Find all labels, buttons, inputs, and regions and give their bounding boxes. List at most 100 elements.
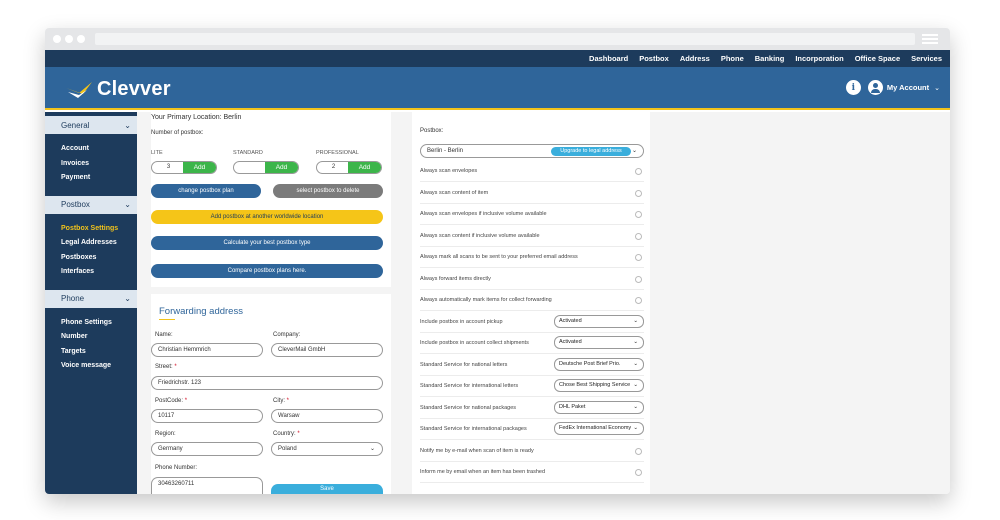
lite-quantity-stepper[interactable]: 3 Add xyxy=(151,161,217,174)
setting-checkbox[interactable] xyxy=(635,211,642,218)
window-dot xyxy=(65,35,73,43)
setting-select[interactable]: Deutsche Post Brief Prio. ⌄ xyxy=(554,357,644,371)
standard-quantity-stepper[interactable]: Add xyxy=(233,161,299,174)
required-mark: * xyxy=(174,364,177,370)
setting-checkbox[interactable] xyxy=(635,447,642,455)
setting-checkbox[interactable] xyxy=(635,297,642,304)
topnav-address[interactable]: Address xyxy=(680,54,710,63)
sidebar-item-interfaces[interactable]: Interfaces xyxy=(61,265,137,280)
sidebar-group-phone[interactable]: Phone ⌄ xyxy=(45,289,137,308)
chevron-down-icon: ⌄ xyxy=(633,403,638,410)
sidebar-item-legal-addresses[interactable]: Legal Addresses xyxy=(61,236,137,251)
sidebar-item-postboxes[interactable]: Postboxes xyxy=(61,251,137,266)
user-avatar-icon[interactable] xyxy=(867,80,883,95)
required-mark: * xyxy=(184,398,188,404)
upgrade-legal-address-button[interactable]: Upgrade to legal address xyxy=(551,146,631,156)
standard-add-button[interactable]: Add xyxy=(265,162,298,173)
sidebar-item-voice-message[interactable]: Voice message xyxy=(61,359,137,374)
setting-select-value: FedEx International Economy xyxy=(559,425,632,431)
setting-select[interactable]: FedEx International Economy ⌄ xyxy=(554,422,644,435)
save-button[interactable]: Save xyxy=(271,484,383,494)
sidebar-item-targets[interactable]: Targets xyxy=(61,345,137,360)
swallow-logo-icon xyxy=(66,81,92,98)
setting-row: Standard Service for international packa… xyxy=(420,419,644,440)
setting-checkbox[interactable] xyxy=(635,189,642,197)
setting-label: Always scan content of item xyxy=(420,189,489,196)
chevron-down-icon: ⌄ xyxy=(633,382,638,388)
sidebar-item-number[interactable]: Number xyxy=(61,330,137,345)
topnav-incorporation[interactable]: Incorporation xyxy=(795,54,843,63)
postbox-select[interactable]: Berlin - Berlin Upgrade to legal address… xyxy=(420,144,644,158)
setting-label: Always scan envelopes if inclusive volum… xyxy=(420,211,547,217)
brand-name: Clevver xyxy=(97,78,171,100)
my-account-link[interactable]: My Account xyxy=(887,83,929,92)
setting-select[interactable]: Chose Best Shipping Service ⌄ xyxy=(554,379,644,392)
number-of-postbox-label: Number of postbox: xyxy=(151,130,204,136)
country-label: Country: * xyxy=(273,431,300,437)
setting-checkbox[interactable] xyxy=(635,232,642,240)
setting-label: Standard Service for international packa… xyxy=(420,426,527,432)
professional-quantity-stepper[interactable]: 2 Add xyxy=(316,161,382,174)
info-icon[interactable]: i xyxy=(845,80,861,95)
setting-checkbox[interactable] xyxy=(635,275,642,283)
app-header: Clevver i My Account ⌄ xyxy=(45,67,950,110)
chevron-down-icon: ⌄ xyxy=(631,148,637,154)
topnav-postbox[interactable]: Postbox xyxy=(639,54,669,63)
sidebar-item-payment[interactable]: Payment xyxy=(61,171,137,186)
sidebar-list: Postbox Settings Legal Addresses Postboxes… xyxy=(45,214,137,286)
phone-label: Phone Number: xyxy=(155,465,198,471)
name-field[interactable]: Christian Hemmrich xyxy=(151,343,263,357)
region-label: Region: xyxy=(155,431,176,437)
topnav-banking[interactable]: Banking xyxy=(755,54,785,63)
company-field[interactable]: CleverMail GmbH xyxy=(271,343,383,357)
professional-add-button[interactable]: Add xyxy=(348,162,381,173)
company-label: Company: xyxy=(273,332,301,338)
add-worldwide-postbox-button[interactable]: Add postbox at another worldwide locatio… xyxy=(151,210,383,224)
city-field[interactable]: Warsaw xyxy=(271,409,383,423)
topnav-dashboard[interactable]: Dashboard xyxy=(589,54,628,63)
change-postbox-plan-button[interactable]: change postbox plan xyxy=(151,184,261,198)
chevron-down-icon[interactable]: ⌄ xyxy=(934,84,940,92)
street-field[interactable]: Friedrichstr. 123 xyxy=(151,376,383,390)
setting-row: Always forward items directly xyxy=(420,269,644,290)
setting-select-value: Activated xyxy=(559,317,582,324)
country-select[interactable]: Poland ⌄ xyxy=(271,442,383,456)
postcode-field[interactable]: 10117 xyxy=(151,409,263,423)
setting-label: Always scan content if inclusive volume … xyxy=(420,232,540,239)
standard-quantity-value[interactable] xyxy=(234,162,267,173)
setting-checkbox[interactable] xyxy=(635,254,642,261)
url-bar[interactable] xyxy=(95,33,915,45)
setting-select[interactable]: Activated ⌄ xyxy=(554,336,644,349)
sidebar-group-postbox[interactable]: Postbox ⌄ xyxy=(45,195,137,214)
hamburger-icon[interactable] xyxy=(922,34,938,44)
phone-field[interactable]: 30463260711 xyxy=(151,477,263,494)
setting-select[interactable]: DHL Paket ⌄ xyxy=(554,400,644,414)
clevver-logo[interactable]: Clevver xyxy=(65,78,171,101)
sidebar-group-general[interactable]: General ⌄ xyxy=(45,116,137,134)
professional-quantity-value[interactable]: 2 xyxy=(317,162,350,173)
compare-plans-button[interactable]: Compare postbox plans here. xyxy=(151,264,383,278)
setting-label: Inform me by email when an item has been… xyxy=(420,469,546,475)
sidebar-item-account[interactable]: Account xyxy=(61,142,137,157)
topnav-office-space[interactable]: Office Space xyxy=(855,54,900,63)
setting-label: Always mark all scans to be sent to your… xyxy=(420,254,578,260)
setting-select[interactable]: Activated ⌄ xyxy=(554,314,644,328)
sidebar-item-postbox-settings[interactable]: Postbox Settings xyxy=(61,222,137,237)
name-label: Name: xyxy=(155,332,173,338)
sidebar-item-phone-settings[interactable]: Phone Settings xyxy=(61,316,137,331)
setting-checkbox[interactable] xyxy=(635,168,642,175)
chevron-down-icon: ⌄ xyxy=(633,425,638,431)
topnav-services[interactable]: Services xyxy=(911,54,942,63)
calculate-postbox-button[interactable]: Calculate your best postbox type xyxy=(151,236,383,250)
setting-checkbox[interactable] xyxy=(635,469,642,476)
lite-add-button[interactable]: Add xyxy=(183,162,216,173)
select-postbox-delete-button[interactable]: select postbox to delete xyxy=(273,184,383,198)
setting-row: Always automatically mark items for coll… xyxy=(420,290,644,311)
lite-quantity-value[interactable]: 3 xyxy=(152,162,185,173)
postbox-label: Postbox: xyxy=(420,128,444,134)
topnav-phone[interactable]: Phone xyxy=(721,54,744,63)
required-mark: * xyxy=(297,431,300,437)
sidebar-item-invoices[interactable]: Invoices xyxy=(61,157,137,172)
setting-select-value: Activated xyxy=(559,339,582,345)
region-field[interactable]: Germany xyxy=(151,442,263,456)
